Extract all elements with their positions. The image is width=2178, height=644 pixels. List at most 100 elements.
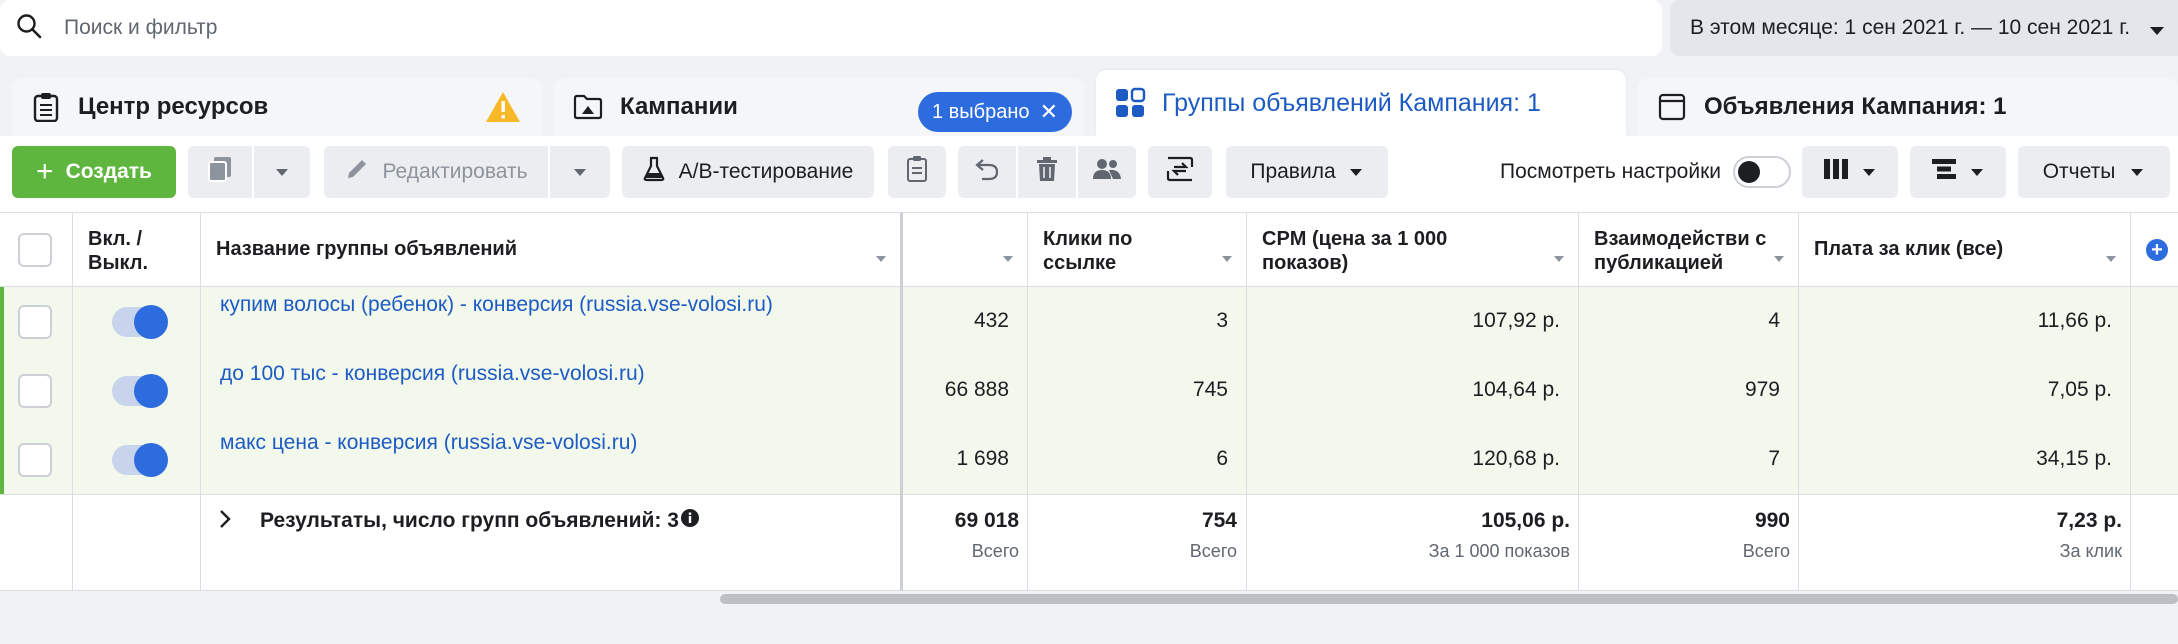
selected-badge-label: 1 выбрано bbox=[932, 100, 1030, 123]
reports-button[interactable]: Отчеты bbox=[2018, 146, 2170, 198]
tab-campaigns[interactable]: Кампании 1 выбрано ✕ bbox=[554, 78, 1084, 136]
view-settings[interactable]: Посмотреть настройки bbox=[1500, 146, 1792, 198]
tab-resource-center[interactable]: Центр ресурсов bbox=[12, 78, 542, 136]
row-checkbox[interactable] bbox=[18, 305, 52, 339]
horizontal-scrollbar[interactable] bbox=[720, 594, 2178, 604]
cell-engagement: 7 bbox=[1768, 447, 1780, 470]
clipboard-icon bbox=[906, 155, 928, 189]
row-toggle-switch[interactable] bbox=[112, 443, 168, 477]
row-checkbox[interactable] bbox=[18, 443, 52, 477]
cell-cpc: 7,05 р. bbox=[2047, 378, 2112, 401]
folder-icon bbox=[572, 91, 604, 123]
summary-link-clicks-sub: Всего bbox=[1189, 541, 1237, 561]
header-cpc[interactable]: Плата за клик (все) bbox=[1798, 213, 2130, 287]
tab-label: Кампании bbox=[620, 93, 738, 120]
sort-icon[interactable] bbox=[1220, 247, 1234, 270]
sort-icon[interactable] bbox=[874, 247, 888, 270]
summary-results-value: 69 018 bbox=[954, 509, 1019, 532]
duplicate-button[interactable] bbox=[188, 146, 252, 198]
view-settings-toggle[interactable] bbox=[1733, 156, 1792, 188]
header-results-column[interactable] bbox=[903, 213, 1027, 287]
cell-results: 432 bbox=[973, 309, 1009, 332]
pencil-icon bbox=[344, 156, 370, 188]
ad-set-name-link[interactable]: макс цена - конверсия (russia.vse-volosi… bbox=[220, 431, 637, 455]
header-engagement[interactable]: Взаимодействи с публикацией bbox=[1578, 213, 1798, 287]
select-all-checkbox[interactable] bbox=[18, 233, 52, 267]
duplicate-dropdown[interactable] bbox=[254, 146, 310, 198]
rules-button[interactable]: Правила bbox=[1226, 146, 1388, 198]
ad-set-name-link[interactable]: до 100 тыс - конверсия (russia.vse-volos… bbox=[220, 362, 645, 386]
sort-icon[interactable] bbox=[1001, 247, 1015, 270]
cell-results: 1 698 bbox=[956, 447, 1009, 470]
summary-engagement-value: 990 bbox=[1754, 509, 1790, 532]
header-select-all bbox=[0, 213, 72, 287]
summary-cpc-value: 7,23 р. bbox=[2056, 509, 2122, 532]
caret-down-icon bbox=[572, 160, 588, 184]
breakdown-button[interactable] bbox=[1910, 146, 2006, 198]
grid-icon bbox=[1114, 87, 1146, 119]
header-link-clicks[interactable]: Клики по ссылке bbox=[1027, 213, 1246, 287]
columns-icon bbox=[1823, 158, 1849, 186]
tab-ad-sets[interactable]: Группы объявлений Кампания: 1 bbox=[1096, 70, 1626, 136]
undo-icon bbox=[974, 156, 1000, 188]
create-button-label: Создать bbox=[65, 160, 152, 183]
clipboard-button[interactable] bbox=[888, 146, 946, 198]
columns-button[interactable] bbox=[1802, 146, 1898, 198]
edit-button[interactable]: Редактировать bbox=[324, 146, 548, 198]
sort-icon[interactable] bbox=[1552, 247, 1566, 270]
edit-button-label: Редактировать bbox=[382, 160, 528, 183]
row-toggle-switch[interactable] bbox=[112, 374, 168, 408]
date-range-picker[interactable]: В этом месяце: 1 сен 2021 г. — 10 сен 20… bbox=[1670, 0, 2178, 56]
header-toggle: Вкл. / Выкл. bbox=[72, 213, 200, 287]
cell-link-clicks: 6 bbox=[1216, 447, 1228, 470]
search-bar[interactable] bbox=[0, 0, 1662, 56]
undo-button[interactable] bbox=[958, 146, 1016, 198]
compare-button[interactable] bbox=[1148, 146, 1212, 198]
summary-label: Результаты, число групп объявлений: 3 bbox=[260, 509, 679, 532]
header-engagement-label: Взаимодействи с публикацией bbox=[1594, 228, 1767, 274]
ad-sets-table: Вкл. / Выкл. Название группы объявлений … bbox=[0, 212, 2178, 591]
summary-cpm-value: 105,06 р. bbox=[1481, 509, 1570, 532]
audience-button[interactable] bbox=[1078, 146, 1136, 198]
cell-link-clicks: 3 bbox=[1216, 309, 1228, 332]
selected-badge[interactable]: 1 выбрано ✕ bbox=[918, 92, 1072, 132]
selection-indicator bbox=[0, 287, 4, 494]
cell-link-clicks: 745 bbox=[1192, 378, 1228, 401]
caret-down-icon bbox=[2129, 160, 2145, 184]
create-button[interactable]: + Создать bbox=[12, 146, 176, 198]
sort-icon[interactable] bbox=[2104, 247, 2118, 270]
summary-cpc-sub: За клик bbox=[2059, 541, 2122, 561]
cell-cpc: 34,15 р. bbox=[2036, 447, 2112, 470]
header-link-clicks-label: Клики по ссылке bbox=[1043, 228, 1133, 274]
ad-set-name-link[interactable]: купим волосы (ребенок) - конверсия (russ… bbox=[220, 293, 773, 317]
close-icon[interactable]: ✕ bbox=[1040, 99, 1058, 125]
header-toggle-label: Вкл. / Выкл. bbox=[88, 228, 149, 274]
toolbar: + Создать Редактировать А/В-тестирование bbox=[0, 136, 2178, 212]
tab-ads[interactable]: Объявления Кампания: 1 bbox=[1638, 78, 2178, 136]
row-toggle-switch[interactable] bbox=[112, 305, 168, 339]
reports-label: Отчеты bbox=[2042, 160, 2116, 183]
window-icon bbox=[1656, 91, 1688, 123]
info-icon[interactable] bbox=[680, 508, 700, 533]
duplicate-icon bbox=[206, 155, 234, 189]
cell-cpm: 107,92 р. bbox=[1472, 309, 1560, 332]
delete-button[interactable] bbox=[1018, 146, 1076, 198]
people-icon bbox=[1092, 157, 1122, 187]
header-name[interactable]: Название группы объявлений bbox=[200, 213, 900, 287]
cell-engagement: 979 bbox=[1744, 378, 1780, 401]
chevron-right-icon[interactable] bbox=[218, 509, 232, 534]
add-column-icon[interactable]: + bbox=[2146, 239, 2168, 261]
caret-down-icon bbox=[1348, 160, 1364, 184]
level-tabs: Центр ресурсов Кампании 1 выбрано ✕ Груп… bbox=[0, 70, 2178, 136]
tab-label: Группы объявлений Кампания: 1 bbox=[1162, 88, 1541, 117]
caret-down-icon bbox=[1969, 160, 1985, 184]
ab-test-label: А/В-тестирование bbox=[678, 160, 854, 183]
search-input[interactable] bbox=[64, 16, 1564, 40]
caret-down-icon bbox=[1861, 160, 1877, 184]
ab-test-button[interactable]: А/В-тестирование bbox=[622, 146, 874, 198]
edit-dropdown[interactable] bbox=[550, 146, 610, 198]
sort-icon[interactable] bbox=[1772, 247, 1786, 270]
row-checkbox[interactable] bbox=[18, 374, 52, 408]
header-cpm[interactable]: CPM (цена за 1 000 показов) bbox=[1246, 213, 1578, 287]
tab-label: Объявления Кампания: 1 bbox=[1704, 93, 2007, 120]
